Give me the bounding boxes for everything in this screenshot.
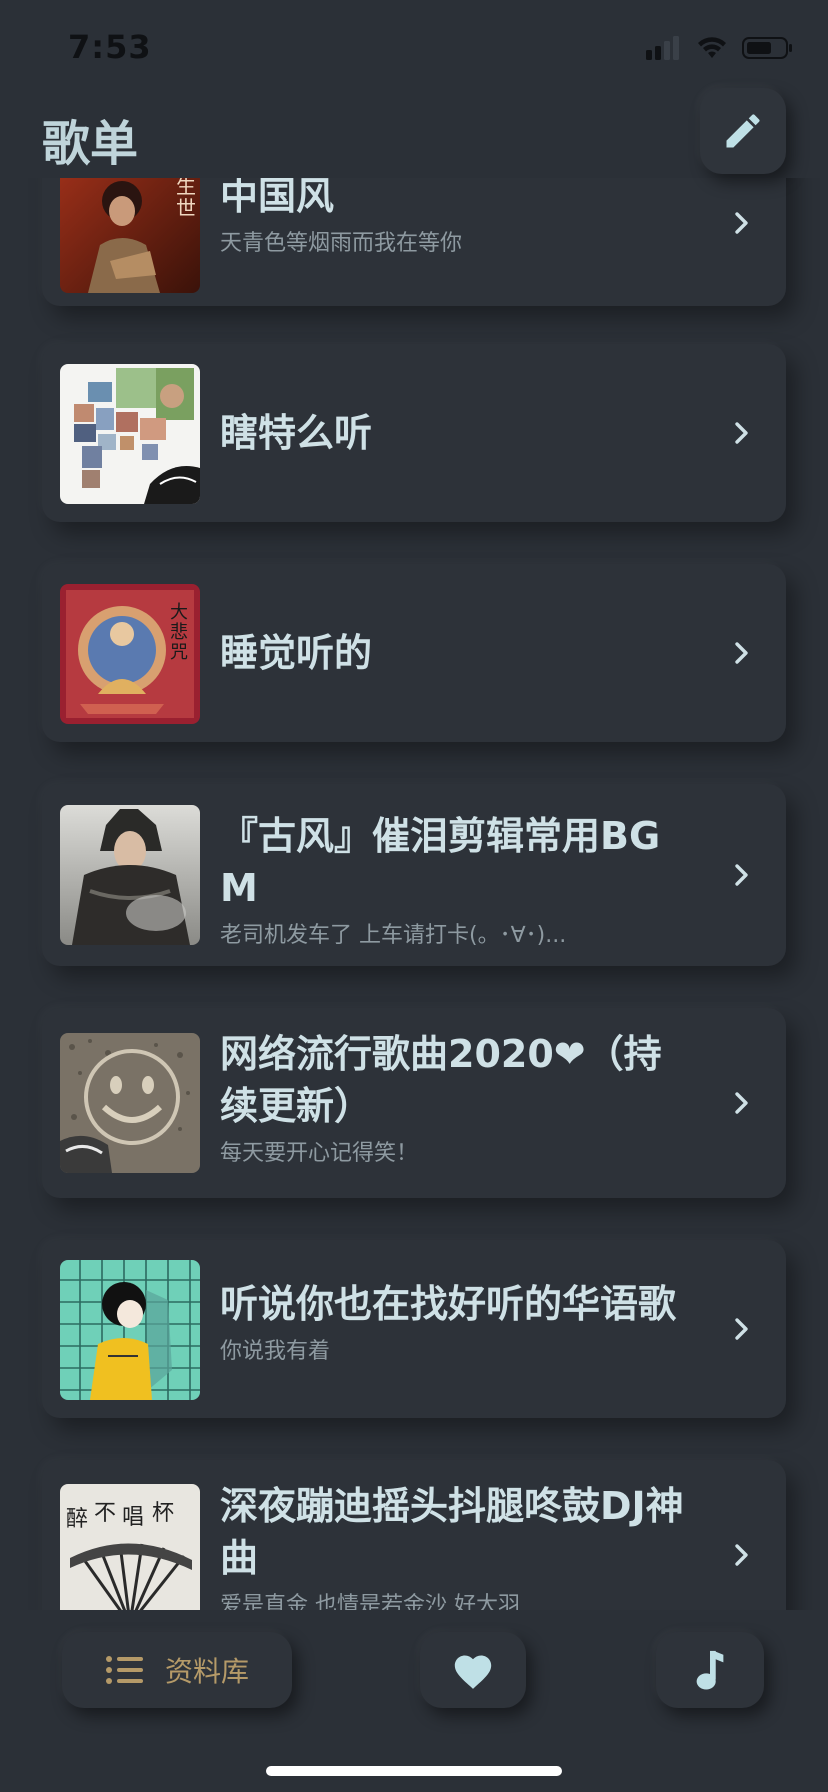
svg-text:生: 生 bbox=[176, 178, 196, 198]
edit-button[interactable] bbox=[700, 88, 786, 174]
playlist-cover bbox=[60, 1260, 200, 1400]
svg-text:醉: 醉 bbox=[66, 1507, 88, 1532]
title-bar: 歌单 bbox=[0, 88, 828, 178]
playlist-title: 睡觉听的 bbox=[220, 631, 373, 675]
playlist-card[interactable]: 『古风』催泪剪辑常用BGM 老司机发车了 上车请打卡(。･∀･)... bbox=[42, 784, 786, 966]
playlist-title: 『古风』催泪剪辑常用BGM bbox=[220, 814, 661, 910]
chevron-right-icon bbox=[735, 422, 748, 444]
chevron-right-icon bbox=[735, 212, 748, 234]
playlist-card[interactable]: 网络流行歌曲2020❤（持续更新） 每天要开心记得笑！ bbox=[42, 1008, 786, 1198]
tab-bar: 资料库 bbox=[0, 1610, 828, 1792]
playlist-card[interactable]: 大 悲 咒 睡觉听的 bbox=[42, 564, 786, 742]
playlist-cover bbox=[60, 364, 200, 504]
pencil-icon bbox=[726, 114, 760, 148]
playlist-subtitle: 爱是直金 也情是若金沙 好大羽 bbox=[220, 1593, 520, 1610]
playlist-cover: 大 悲 咒 bbox=[60, 584, 200, 724]
heart-icon bbox=[454, 1655, 492, 1689]
music-note-icon bbox=[696, 1650, 724, 1690]
playlist-subtitle: 每天要开心记得笑！ bbox=[220, 1141, 419, 1166]
status-icons bbox=[646, 36, 794, 60]
home-indicator[interactable] bbox=[266, 1766, 562, 1776]
chevron-right-icon bbox=[735, 1544, 748, 1566]
cellular-signal-icon bbox=[646, 36, 679, 60]
playlist-card[interactable]: 生 世 中国风 天青色等烟雨而我在等你 bbox=[42, 178, 786, 306]
chevron-right-icon bbox=[735, 864, 748, 886]
playlist-cover: 生 世 bbox=[60, 178, 200, 293]
battery-icon bbox=[742, 37, 792, 59]
playlist-title: 中国风 bbox=[220, 178, 335, 218]
playlist-cover bbox=[60, 1033, 200, 1173]
playlist-title: 深夜蹦迪摇头抖腿咚鼓DJ神曲 bbox=[220, 1484, 684, 1580]
page-title: 歌单 bbox=[42, 116, 139, 172]
playlist-cover bbox=[60, 805, 200, 945]
chevron-right-icon bbox=[735, 1092, 748, 1114]
tab-library-label: 资料库 bbox=[164, 1655, 249, 1688]
playlist-subtitle: 你说我有着 bbox=[220, 1339, 331, 1364]
playlist-card[interactable]: 醉不唱杯 深夜蹦迪摇头抖腿咚鼓DJ神曲 爱是直金 也情是若金沙 好大羽 bbox=[42, 1460, 786, 1610]
svg-text:悲: 悲 bbox=[170, 622, 188, 643]
playlist-list[interactable]: 生 世 中国风 天青色等烟雨而我在等你 瞎特么听 大 悲 咒 睡觉听的 『古风』… bbox=[0, 178, 828, 1610]
svg-text:咒: 咒 bbox=[170, 642, 188, 663]
list-icon bbox=[105, 1656, 143, 1684]
svg-text:杯: 杯 bbox=[152, 1501, 174, 1526]
svg-text:世: 世 bbox=[176, 196, 196, 220]
playlist-card[interactable]: 瞎特么听 bbox=[42, 344, 786, 522]
playlist-cover: 醉不唱杯 bbox=[60, 1484, 200, 1610]
status-time: 7:53 bbox=[68, 28, 152, 66]
playlist-subtitle: 老司机发车了 上车请打卡(。･∀･)... bbox=[220, 923, 567, 948]
playlist-subtitle: 天青色等烟雨而我在等你 bbox=[220, 231, 463, 256]
playlist-title: 听说你也在找好听的华语歌 bbox=[220, 1282, 677, 1326]
chevron-right-icon bbox=[735, 1318, 748, 1340]
wifi-icon bbox=[698, 37, 726, 58]
status-bar: 7:53 bbox=[0, 0, 828, 100]
svg-text:唱: 唱 bbox=[122, 1505, 144, 1530]
playlist-title: 瞎特么听 bbox=[220, 411, 373, 455]
playlist-card[interactable]: 听说你也在找好听的华语歌 你说我有着 bbox=[42, 1240, 786, 1418]
svg-text:大: 大 bbox=[170, 602, 188, 623]
chevron-right-icon bbox=[735, 642, 748, 664]
playlist-title: 网络流行歌曲2020❤（持续更新） bbox=[220, 1032, 662, 1128]
svg-text:不: 不 bbox=[94, 1501, 116, 1526]
tab-now-playing[interactable] bbox=[656, 1632, 764, 1708]
tab-favorites[interactable] bbox=[420, 1632, 526, 1708]
tab-library[interactable]: 资料库 bbox=[62, 1632, 292, 1708]
